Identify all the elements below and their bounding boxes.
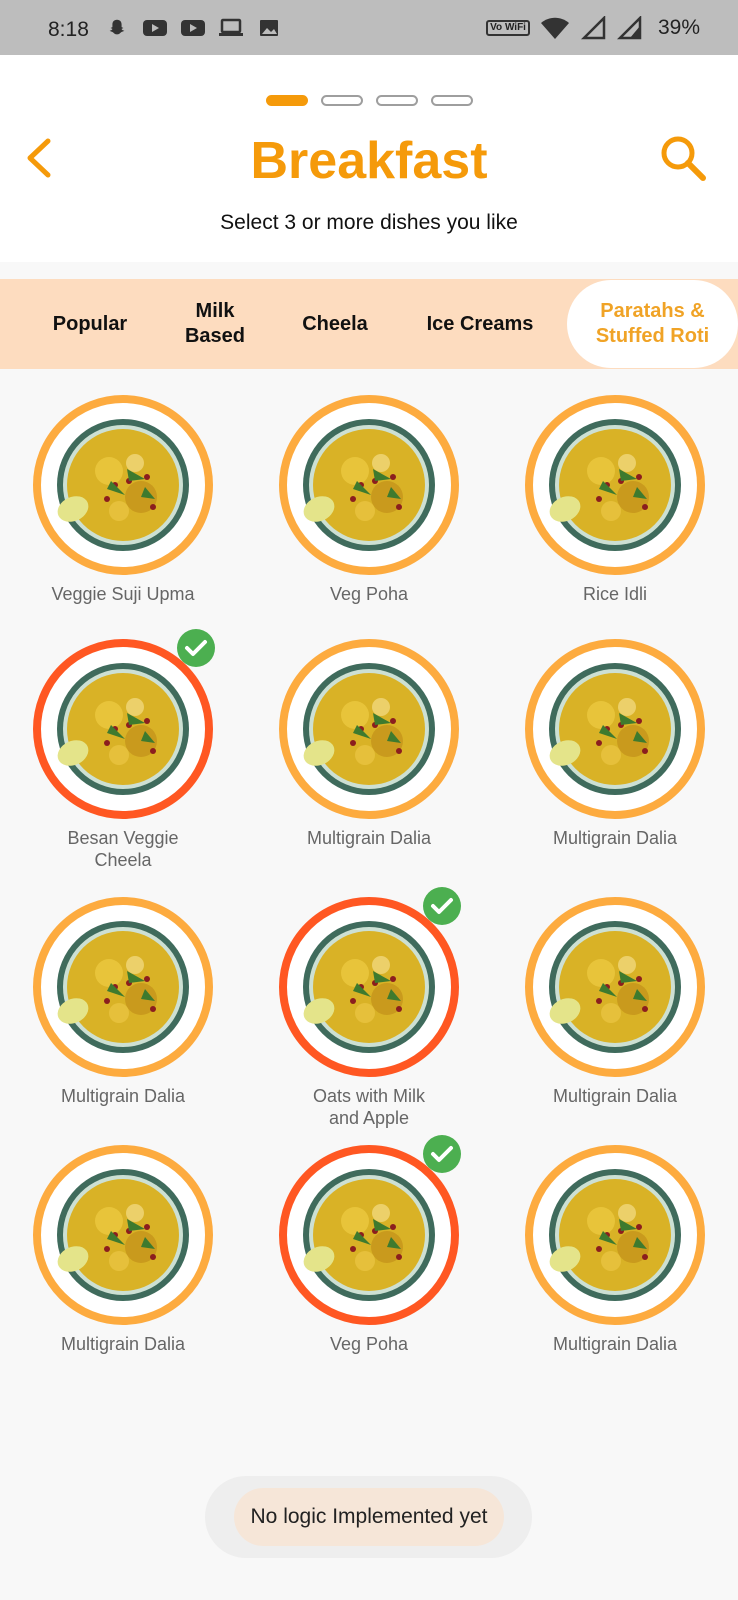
dish-grid: Veggie Suji Upma Veg Poha Rice Idli Besa…: [0, 369, 738, 1369]
dish-image: [297, 415, 441, 559]
search-icon[interactable]: [658, 133, 708, 183]
youtube-icon: [181, 20, 205, 36]
progress-dot-active: [265, 95, 308, 106]
dish-image: [543, 917, 687, 1061]
dish-name: Multigrain Dalia: [60, 1086, 186, 1106]
snapchat-icon: [109, 19, 125, 35]
status-bar: 8:18 Vo WiFi 39%: [0, 0, 738, 55]
dish-image: [51, 917, 195, 1061]
dish-name: Rice Idli: [582, 584, 648, 604]
dish-image: [51, 415, 195, 559]
check-icon: [423, 1135, 461, 1173]
dish-thumbnail[interactable]: [279, 887, 461, 1077]
tab-cheela[interactable]: Cheela: [280, 279, 390, 369]
dish-thumbnail[interactable]: [33, 897, 213, 1077]
dish-image: [297, 659, 441, 803]
dish-image: [543, 659, 687, 803]
check-icon: [423, 887, 461, 925]
youtube-icon: [143, 20, 167, 36]
laptop-icon: [219, 18, 243, 36]
image-icon: [260, 20, 278, 36]
dish-name: Multigrain Dalia: [552, 828, 678, 848]
category-tabs: Popular Milk Based Cheela Ice Creams Par…: [0, 279, 738, 369]
check-icon: [177, 629, 215, 667]
dish-name: Besan Veggie Cheela: [67, 828, 179, 870]
dish-image: [543, 415, 687, 559]
progress-dots: [0, 95, 738, 106]
dish-image: [297, 1165, 441, 1309]
header: Breakfast Select 3 or more dishes you li…: [0, 55, 738, 262]
dish-name: Veg Poha: [329, 1334, 409, 1354]
dish-image: [297, 917, 441, 1061]
signal-icon: [580, 16, 606, 40]
dish-name: Multigrain Dalia: [60, 1334, 186, 1354]
progress-dot: [375, 95, 418, 106]
vowifi-badge: Vo WiFi: [486, 20, 530, 36]
dish-image: [543, 1165, 687, 1309]
tab-parathas-stuffed-roti[interactable]: Paratahs & Stuffed Roti: [567, 280, 738, 368]
dish-thumbnail[interactable]: [279, 1135, 461, 1325]
dish-thumbnail[interactable]: [33, 395, 213, 575]
tab-milk-based[interactable]: Milk Based: [155, 279, 275, 369]
tab-popular[interactable]: Popular: [30, 279, 150, 369]
page-title: Breakfast: [250, 132, 488, 190]
dish-thumbnail[interactable]: [525, 395, 705, 575]
dish-thumbnail[interactable]: [525, 639, 705, 819]
dish-name: Multigrain Dalia: [552, 1086, 678, 1106]
dish-name: Multigrain Dalia: [552, 1334, 678, 1354]
progress-dot: [320, 95, 363, 106]
dish-thumbnail[interactable]: [525, 1145, 705, 1325]
page-subtitle: Select 3 or more dishes you like: [220, 211, 518, 234]
dish-name: Oats with Milk and Apple: [312, 1086, 426, 1128]
system-icons: Vo WiFi 39%: [486, 16, 700, 40]
dish-thumbnail[interactable]: [279, 639, 459, 819]
notification-icons: [104, 17, 282, 39]
tab-ice-creams[interactable]: Ice Creams: [405, 279, 555, 369]
dish-image: [51, 659, 195, 803]
toast-message: No logic Implemented yet: [234, 1488, 504, 1546]
dish-thumbnail[interactable]: [525, 897, 705, 1077]
status-time: 8:18: [48, 18, 89, 41]
battery-percent: 39%: [657, 16, 700, 39]
dish-name: Veg Poha: [329, 584, 409, 604]
signal-icon: [616, 16, 642, 40]
dish-name: Multigrain Dalia: [306, 828, 432, 848]
dish-name: Veggie Suji Upma: [51, 584, 195, 604]
wifi-icon: [540, 17, 569, 39]
dish-thumbnail[interactable]: [33, 629, 215, 819]
dish-thumbnail[interactable]: [279, 395, 459, 575]
dish-image: [51, 1165, 195, 1309]
dish-thumbnail[interactable]: [33, 1145, 213, 1325]
progress-dot: [430, 95, 473, 106]
